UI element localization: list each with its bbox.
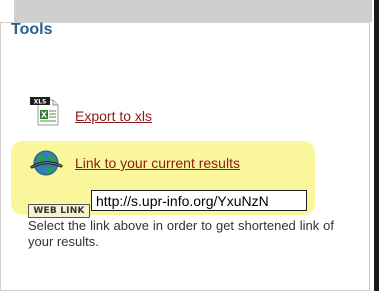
svg-text:X: X [41, 111, 48, 120]
web-link-badge: WEB LINK [28, 204, 90, 218]
panel-title: Tools [11, 21, 53, 38]
top-gray-bar [14, 0, 372, 22]
export-to-xls-link[interactable]: Export to xls [75, 108, 152, 124]
shortened-url-field[interactable] [91, 190, 307, 211]
excel-file-icon[interactable]: XLS X [28, 96, 60, 126]
shortened-link-hint: Select the link above in order to get sh… [28, 218, 334, 249]
globe-link-icon[interactable] [29, 146, 65, 182]
link-to-current-results[interactable]: Link to your current results [75, 155, 240, 171]
right-border-bar [374, 0, 379, 291]
xls-badge-text: XLS [34, 99, 47, 106]
